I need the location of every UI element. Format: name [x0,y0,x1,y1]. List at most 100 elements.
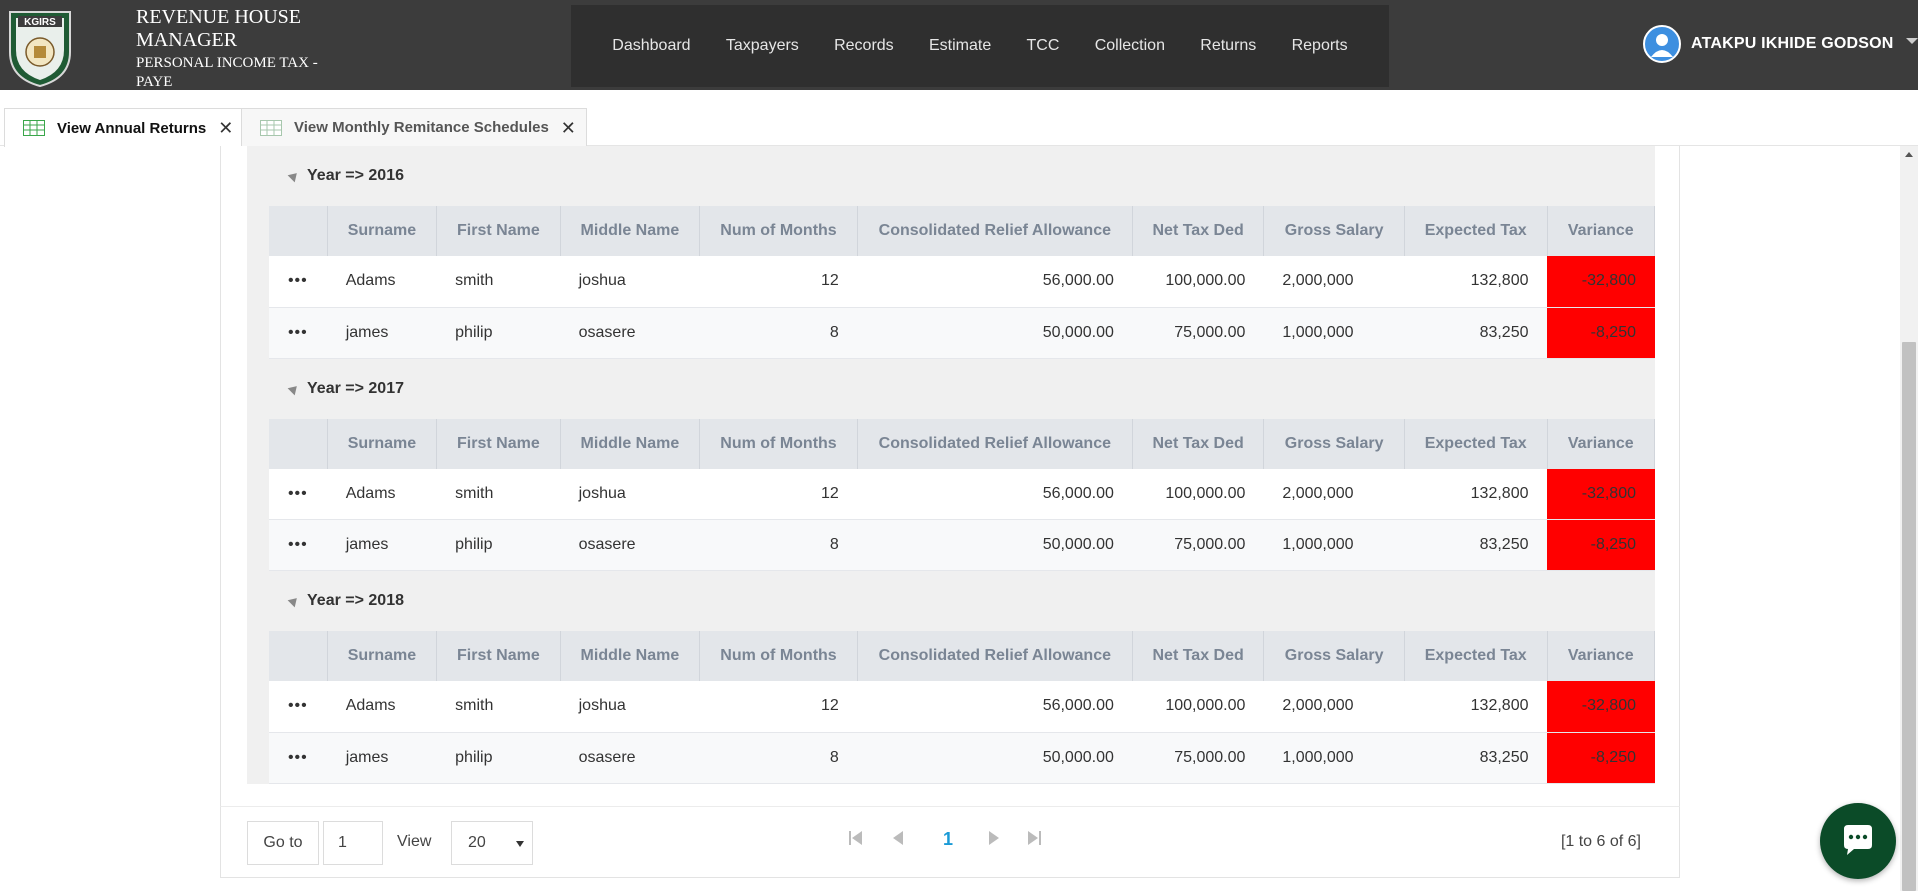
column-header[interactable]: Variance [1547,418,1655,469]
row-menu-header [269,206,328,256]
column-header[interactable]: Variance [1547,206,1655,256]
cell-cra: 56,000.00 [857,256,1133,308]
nav-dashboard[interactable]: Dashboard [612,37,690,55]
nav-reports[interactable]: Reports [1292,37,1348,55]
row-menu-icon[interactable]: ••• [269,468,328,520]
user-dropdown-caret-icon[interactable] [1906,38,1918,44]
nav-collection[interactable]: Collection [1095,37,1165,55]
column-header[interactable]: Num of Months [699,631,858,681]
scrollbar-thumb[interactable] [1902,342,1916,891]
cell-surname: james [327,519,437,571]
group-header[interactable]: Year => 2018 [247,571,1655,631]
group-header[interactable]: Year => 2017 [247,358,1655,419]
cell-net-tax-ded: 75,000.00 [1132,732,1264,784]
nav-taxpayers[interactable]: Taxpayers [726,37,799,55]
collapse-toggle-icon[interactable] [287,169,301,183]
column-header[interactable]: Surname [327,206,438,256]
column-header[interactable]: Gross Salary [1263,418,1405,469]
cell-net-tax-ded: 75,000.00 [1132,307,1264,359]
column-header[interactable]: Consolidated Relief Allowance [857,631,1133,681]
tab-label: View Monthly Remitance Schedules [294,119,549,136]
nav-returns[interactable]: Returns [1200,37,1256,55]
first-page-icon[interactable] [847,829,865,847]
kgirs-logo[interactable]: KGIRS [4,2,76,88]
cell-middle-name: joshua [560,256,700,308]
page-size-select[interactable]: 20 [451,821,533,865]
table-row[interactable]: ••• Adams smith joshua 12 56,000.00 100,000.00… [269,468,1655,520]
nav-records[interactable]: Records [834,37,894,55]
prev-page-icon[interactable] [889,829,907,847]
column-header[interactable]: Num of Months [699,418,858,469]
nav-estimate[interactable]: Estimate [929,37,991,55]
scroll-up-arrow-icon[interactable] [1905,152,1913,157]
column-header[interactable]: First Name [436,418,561,469]
cell-variance: -32,800 [1547,256,1655,308]
column-header[interactable]: Net Tax Ded [1132,206,1265,256]
column-header[interactable]: First Name [436,631,561,681]
column-header[interactable]: Net Tax Ded [1132,631,1265,681]
last-page-icon[interactable] [1025,829,1043,847]
cell-middle-name: osasere [560,307,700,359]
next-page-icon[interactable] [985,829,1003,847]
spreadsheet-icon [260,119,282,136]
row-menu-icon[interactable]: ••• [269,681,328,733]
table-row[interactable]: ••• james philip osasere 8 50,000.00 75,000.00… [269,519,1655,571]
goto-label: Go to [247,821,319,865]
column-header[interactable]: Variance [1547,631,1655,681]
current-page-number[interactable]: 1 [943,829,953,850]
user-menu[interactable]: ATAKPU IKHIDE GODSON [1643,24,1894,64]
group-header[interactable]: Year => 2016 [247,146,1655,206]
column-header[interactable]: Surname [327,631,438,681]
cell-cra: 50,000.00 [857,307,1133,359]
app-title-secondary: PERSONAL INCOME TAX - PAYE [136,55,318,90]
collapse-toggle-icon[interactable] [287,382,301,395]
table-row[interactable]: ••• Adams smith joshua 12 56,000.00 100,000.00… [269,681,1655,733]
close-tab-icon[interactable]: ✕ [561,119,576,137]
column-header[interactable]: Net Tax Ded [1132,418,1265,469]
cell-first-name: smith [436,256,561,308]
tab-view-monthly-remitance[interactable]: View Monthly Remitance Schedules ✕ [241,108,587,146]
row-menu-icon[interactable]: ••• [269,519,328,571]
cell-expected-tax: 132,800 [1404,681,1547,733]
column-header[interactable]: Consolidated Relief Allowance [857,206,1133,256]
column-header[interactable]: Num of Months [699,206,858,256]
user-avatar-icon[interactable] [1643,25,1681,63]
close-tab-icon[interactable]: ✕ [218,119,233,137]
table-header-row: Surname First Name Middle Name Num of Month… [269,418,1655,469]
cell-middle-name: joshua [560,468,700,520]
column-header[interactable]: Middle Name [560,206,701,256]
chat-button[interactable] [1820,803,1896,879]
table-row[interactable]: ••• james philip osasere 8 50,000.00 75,000.00… [269,732,1655,784]
column-header[interactable]: Gross Salary [1263,631,1405,681]
column-header[interactable]: Expected Tax [1404,631,1548,681]
column-header[interactable]: Middle Name [560,418,701,469]
page-scrollbar[interactable] [1900,146,1918,891]
tab-view-annual-returns[interactable]: View Annual Returns ✕ [4,108,245,147]
collapse-toggle-icon[interactable] [287,594,301,608]
row-menu-icon[interactable]: ••• [269,307,328,359]
column-header[interactable]: First Name [436,206,561,256]
pager-summary: [1 to 6 of 6] [1560,833,1641,850]
view-label: View [397,833,432,850]
column-header[interactable]: Expected Tax [1404,206,1548,256]
group-title: Year => 2018 [307,592,404,609]
column-header[interactable]: Gross Salary [1263,206,1405,256]
column-header[interactable]: Middle Name [560,631,701,681]
user-name[interactable]: ATAKPU IKHIDE GODSON [1691,35,1894,53]
nav-tcc[interactable]: TCC [1027,37,1060,55]
cell-months: 12 [699,468,858,520]
row-menu-icon[interactable]: ••• [269,256,328,308]
grouped-grid: Year => 2016 Surname First Name Middle Name… [247,146,1655,784]
row-menu-icon[interactable]: ••• [269,732,328,784]
tab-bar: View Annual Returns ✕ View Monthly Remit… [0,90,1918,147]
cell-expected-tax: 132,800 [1404,468,1547,520]
column-header[interactable]: Expected Tax [1404,418,1548,469]
goto-page-input[interactable] [323,821,383,865]
cell-net-tax-ded: 100,000.00 [1132,468,1264,520]
table-header-row: Surname First Name Middle Name Num of Month… [269,631,1655,681]
table-row[interactable]: ••• Adams smith joshua 12 56,000.00 100,000.00… [269,256,1655,308]
column-header[interactable]: Consolidated Relief Allowance [857,418,1133,469]
cell-net-tax-ded: 100,000.00 [1132,681,1264,733]
table-row[interactable]: ••• james philip osasere 8 50,000.00 75,000.00… [269,307,1655,359]
column-header[interactable]: Surname [327,418,438,469]
